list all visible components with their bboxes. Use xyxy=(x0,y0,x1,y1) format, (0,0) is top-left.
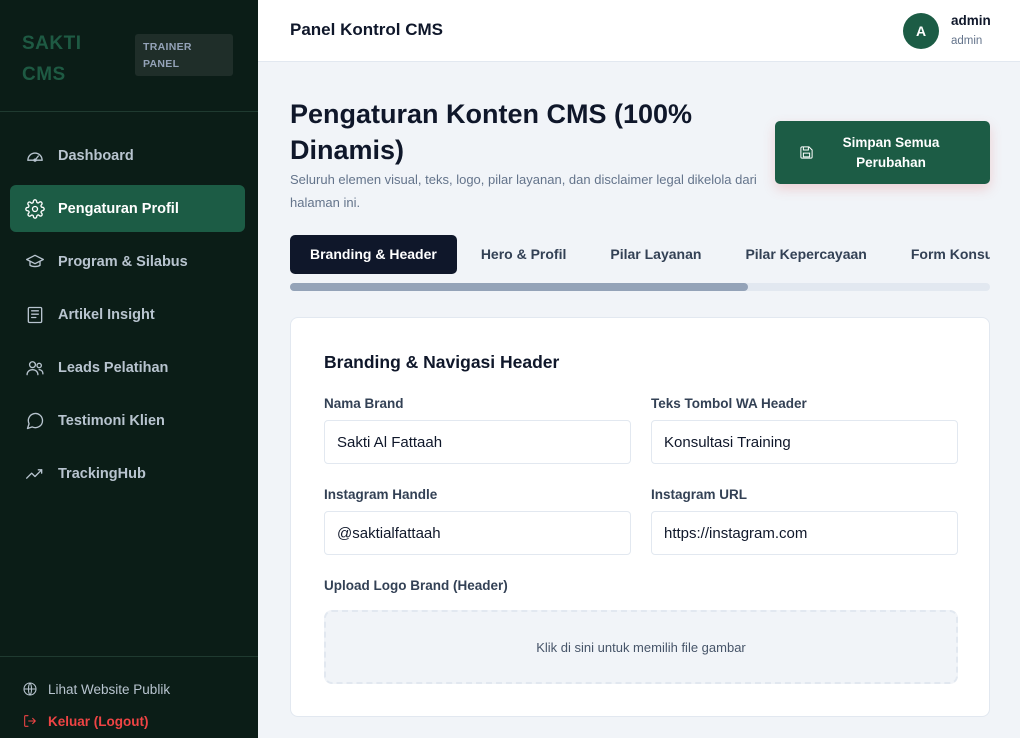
sidebar-item-artikel-insight[interactable]: Artikel Insight xyxy=(10,291,245,338)
trainer-panel-badge: TRAINER PANEL xyxy=(135,34,233,76)
logo-upload-dropzone[interactable]: Klik di sini untuk memilih file gambar xyxy=(324,610,958,684)
topbar-title: Panel Kontrol CMS xyxy=(290,20,444,39)
tab-pilar-kepercayaan[interactable]: Pilar Kepercayaan xyxy=(725,235,886,274)
sidebar-footer: Lihat Website Publik Keluar (Logout) xyxy=(0,656,258,738)
logo-upload-hint: Klik di sini untuk memilih file gambar xyxy=(536,639,746,655)
wa-button-text-input[interactable] xyxy=(651,420,958,464)
user-role: admin xyxy=(951,35,983,47)
sidebar-item-testimoni-klien[interactable]: Testimoni Klien xyxy=(10,397,245,444)
logout-button[interactable]: Keluar (Logout) xyxy=(22,713,149,729)
instagram-url-input[interactable] xyxy=(651,511,958,555)
brand-name-label: Nama Brand xyxy=(324,396,404,411)
sidebar-item-label: Pengaturan Profil xyxy=(58,200,179,217)
wa-button-text-label: Teks Tombol WA Header xyxy=(651,396,807,411)
instagram-url-label: Instagram URL xyxy=(651,487,748,502)
dashboard-icon xyxy=(25,146,45,166)
page-title: Pengaturan Konten CMS (100% Dinamis) xyxy=(290,99,693,165)
sidebar-item-dashboard[interactable]: Dashboard xyxy=(10,132,245,179)
logout-icon xyxy=(24,715,36,727)
sidebar-item-pengaturan-profil[interactable]: Pengaturan Profil xyxy=(10,185,245,232)
sidebar-item-program-silabus[interactable]: Program & Silabus xyxy=(10,238,245,285)
brand-area: SAKTI CMS TRAINER PANEL xyxy=(0,0,258,112)
globe-icon xyxy=(23,682,37,696)
save-icon xyxy=(800,146,813,159)
sidebar-item-label: TrackingHub xyxy=(58,465,146,482)
sidebar-item-label: Program & Silabus xyxy=(58,253,188,270)
brand-logo[interactable]: SAKTI CMS xyxy=(22,28,112,90)
trend-line-icon xyxy=(25,464,45,484)
tab-form-konsultasi[interactable]: Form Konsultasi xyxy=(891,235,990,274)
view-public-site-label: Lihat Website Publik xyxy=(48,681,171,697)
branding-card: Branding & Navigasi Header Nama Brand Te… xyxy=(290,317,990,717)
settings-tabs: Branding & Header Hero & Profil Pilar Laya… xyxy=(290,235,990,275)
sidebar-nav: Dashboard Pengaturan Profil Program & Si… xyxy=(10,132,245,503)
sidebar: SAKTI CMS TRAINER PANEL Dashboard Pengat… xyxy=(0,0,258,738)
graduation-cap-icon xyxy=(25,252,45,272)
user-name: admin xyxy=(951,13,991,28)
users-icon xyxy=(25,358,45,378)
brand-name-input[interactable] xyxy=(324,420,631,464)
sidebar-item-label: Artikel Insight xyxy=(58,306,155,323)
sidebar-item-trackinghub[interactable]: TrackingHub xyxy=(10,450,245,497)
logo-upload-label: Upload Logo Brand (Header) xyxy=(324,578,508,593)
instagram-handle-input[interactable] xyxy=(324,511,631,555)
section-title: Branding & Navigasi Header xyxy=(324,352,560,372)
sidebar-item-leads-pelatihan[interactable]: Leads Pelatihan xyxy=(10,344,245,391)
gear-icon xyxy=(25,198,45,219)
page-description: Seluruh elemen visual, teks, logo, pilar… xyxy=(290,172,757,210)
avatar[interactable]: A xyxy=(903,13,939,49)
view-public-site-link[interactable]: Lihat Website Publik xyxy=(22,681,170,697)
sidebar-item-label: Testimoni Klien xyxy=(58,412,165,429)
instagram-handle-label: Instagram Handle xyxy=(324,487,438,502)
chat-bubble-icon xyxy=(25,411,45,431)
sidebar-item-label: Dashboard xyxy=(58,147,134,164)
tabs-scrollbar-thumb[interactable] xyxy=(290,283,748,291)
sidebar-item-label: Leads Pelatihan xyxy=(58,359,169,376)
topbar: Panel Kontrol CMS A admin admin xyxy=(258,0,1020,62)
newspaper-icon xyxy=(25,305,45,325)
tab-hero-profil[interactable]: Hero & Profil xyxy=(461,235,587,274)
tab-pilar-layanan[interactable]: Pilar Layanan xyxy=(590,235,721,274)
save-all-changes-button[interactable]: Simpan Semua Perubahan xyxy=(775,121,990,184)
logout-label: Keluar (Logout) xyxy=(48,713,149,729)
save-button-label: Simpan Semua Perubahan xyxy=(842,134,940,170)
tab-branding-header[interactable]: Branding & Header xyxy=(290,235,457,274)
tabs-scrollbar[interactable] xyxy=(290,283,990,291)
